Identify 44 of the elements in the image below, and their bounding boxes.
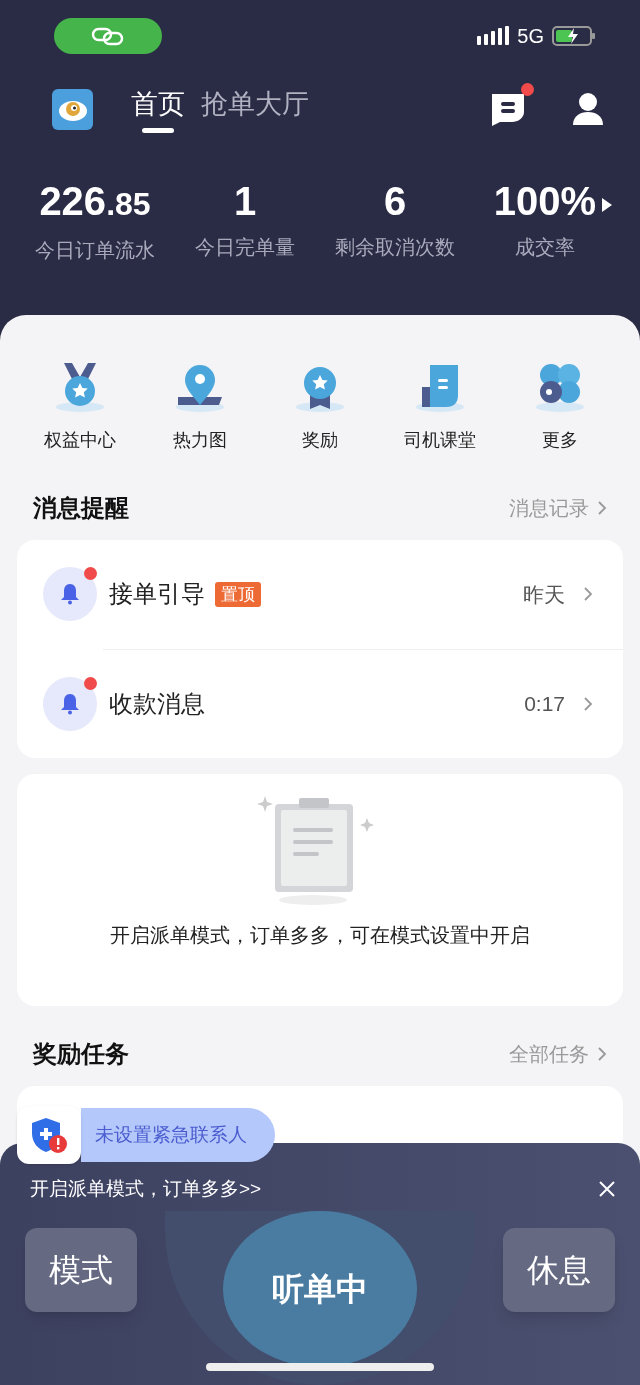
nav-tab[interactable]: 抢单大厅 (201, 85, 309, 133)
bell-icon (60, 692, 80, 715)
shortcut-button[interactable]: 热力图 (155, 359, 245, 454)
nav-tab[interactable]: 首页 (131, 85, 185, 133)
signal-icon (477, 26, 510, 46)
shortcut-button[interactable]: 奖励 (275, 359, 365, 454)
chevron-right-icon (583, 586, 593, 603)
mode-button[interactable]: 模式 (25, 1228, 137, 1312)
app-logo (52, 88, 93, 130)
message-row[interactable]: 收款消息 0:17 (17, 649, 623, 758)
mode-button[interactable]: 休息 (503, 1228, 615, 1312)
promo-text[interactable]: 开启派单模式，订单多多>> (30, 1174, 262, 1204)
empty-state-text: 开启派单模式，订单多多，可在模式设置中开启 (110, 923, 530, 948)
stat-value: 226.85 (39, 178, 151, 225)
chevron-right-icon (597, 500, 607, 516)
chevron-right-icon (583, 695, 593, 712)
section-title: 消息提醒 (33, 493, 129, 523)
shortcut-button[interactable]: 更多 (515, 359, 605, 454)
bell-icon (60, 583, 80, 606)
close-icon[interactable] (598, 1180, 616, 1198)
chat-bubble-icon (490, 92, 526, 126)
chevron-right-icon (597, 1046, 607, 1062)
message-time: 昨天 (523, 581, 565, 608)
section-title: 奖励任务 (33, 1039, 129, 1069)
stat-label: 今日完单量 (195, 235, 295, 260)
profile-icon[interactable] (572, 92, 604, 126)
shortcut-button[interactable]: 权益中心 (35, 359, 125, 454)
message-title: 收款消息 (109, 688, 205, 719)
message-time: 0:17 (524, 691, 565, 717)
stat-label: 今日订单流水 (35, 238, 155, 263)
message-row[interactable]: 接单引导 置顶 昨天 (17, 540, 623, 649)
play-arrow-icon (602, 198, 612, 212)
stat-label: 剩余取消次数 (335, 235, 455, 260)
stat-value: 1 (233, 178, 257, 225)
shield-alert-icon (30, 1116, 68, 1154)
battery-charging-icon (552, 25, 596, 47)
network-label: 5G (517, 24, 544, 49)
message-title: 接单引导 (109, 579, 205, 610)
stat-value: 6 (383, 178, 407, 225)
stat-value: 100% (493, 178, 597, 225)
link-icon (90, 26, 126, 46)
pinned-tag: 置顶 (215, 581, 261, 607)
stat-label: 成交率 (515, 235, 575, 260)
shortcut-button[interactable]: 司机课堂 (395, 359, 485, 454)
